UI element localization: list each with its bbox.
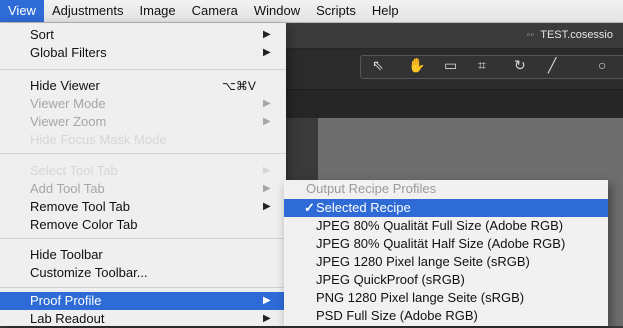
submenu-arrow-icon: ▶ <box>263 29 271 40</box>
submenu-arrow-icon: ▶ <box>263 183 271 194</box>
document-titlebar: ◦◦ TEST.cosessio <box>270 23 623 49</box>
menu-camera[interactable]: Camera <box>184 0 246 22</box>
menu-item-viewer-mode: Viewer Mode ▶ <box>0 95 286 113</box>
submenu-arrow-icon: ▶ <box>263 295 271 306</box>
menu-separator <box>0 238 286 239</box>
menu-scripts[interactable]: Scripts <box>308 0 364 22</box>
hand-pan-icon[interactable]: ✋ <box>408 57 425 74</box>
submenu-item-jpeg-1280[interactable]: JPEG 1280 Pixel lange Seite (sRGB) <box>284 253 608 271</box>
document-title-text: TEST.cosessio <box>540 29 613 41</box>
shortcut-label: ⌥⌘V <box>222 79 256 93</box>
menu-item-label: Sort <box>30 27 54 42</box>
submenu-item-label: JPEG 80% Qualität Half Size (Adobe RGB) <box>316 236 566 251</box>
view-menu-dropdown: Sort ▶ Global Filters ▶ Hide Viewer ⌥⌘V … <box>0 23 286 326</box>
submenu-item-label: JPEG 80% Qualität Full Size (Adobe RGB) <box>316 218 564 233</box>
menu-item-label: Viewer Zoom <box>30 114 107 129</box>
straighten-icon[interactable]: ╱ <box>548 57 556 74</box>
submenu-arrow-icon: ▶ <box>263 313 271 324</box>
menu-separator <box>0 153 286 154</box>
menu-help[interactable]: Help <box>364 0 407 22</box>
submenu-item-label: JPEG 1280 Pixel lange Seite (sRGB) <box>316 254 530 269</box>
menu-item-select-tool-tab: Select Tool Tab ▶ <box>0 162 286 180</box>
submenu-item-selected-recipe[interactable]: ✓ Selected Recipe <box>284 199 608 217</box>
menu-item-label: Add Tool Tab <box>30 181 105 196</box>
cursor-tools-group <box>360 55 623 79</box>
submenu-arrow-icon: ▶ <box>263 201 271 212</box>
submenu-item-label: PNG 1280 Pixel lange Seite (sRGB) <box>316 290 525 305</box>
menu-item-customize-toolbar[interactable]: Customize Toolbar... <box>0 264 286 282</box>
submenu-item-png-1280[interactable]: PNG 1280 Pixel lange Seite (sRGB) <box>284 289 608 307</box>
menu-item-label: Remove Color Tab <box>30 217 138 232</box>
cursor-select-icon[interactable]: ⇖ <box>372 57 384 74</box>
menu-item-label: Select Tool Tab <box>30 163 118 178</box>
menu-view[interactable]: View <box>0 0 44 22</box>
menu-item-label: Global Filters <box>30 45 107 60</box>
menu-item-hide-toolbar[interactable]: Hide Toolbar <box>0 246 286 264</box>
menu-item-label: Hide Focus Mask Mode <box>30 132 167 147</box>
menu-image[interactable]: Image <box>132 0 184 22</box>
menu-item-label: Lab Readout <box>30 311 105 326</box>
menu-adjustments[interactable]: Adjustments <box>44 0 132 22</box>
session-icon: ◦◦ <box>526 29 535 41</box>
menu-item-hide-focus-mask: Hide Focus Mask Mode <box>0 131 286 149</box>
submenu-item-jpeg-quickproof[interactable]: JPEG QuickProof (sRGB) <box>284 271 608 289</box>
menu-window[interactable]: Window <box>246 0 308 22</box>
submenu-arrow-icon: ▶ <box>263 165 271 176</box>
submenu-item-label: PSD Full Size (Adobe RGB) <box>316 308 478 323</box>
submenu-item-label: JPEG QuickProof (sRGB) <box>316 272 465 287</box>
menu-item-viewer-zoom: Viewer Zoom ▶ <box>0 113 286 131</box>
document-title: ◦◦ TEST.cosessio <box>526 29 613 41</box>
submenu-item-label: Selected Recipe <box>316 200 411 215</box>
submenu-header-label: Output Recipe Profiles <box>306 181 437 196</box>
menu-item-sort[interactable]: Sort ▶ <box>0 26 286 44</box>
crop-icon[interactable]: ⌗ <box>478 57 486 74</box>
menu-item-label: Proof Profile <box>30 293 102 308</box>
submenu-arrow-icon: ▶ <box>263 47 271 58</box>
proof-profile-submenu: Output Recipe Profiles ✓ Selected Recipe… <box>284 180 608 326</box>
submenu-item-psd-full-size[interactable]: PSD Full Size (Adobe RGB) <box>284 307 608 325</box>
crop-overlay-icon[interactable]: ▭ <box>444 57 457 74</box>
menu-item-add-tool-tab[interactable]: Add Tool Tab ▶ <box>0 180 286 198</box>
menu-item-remove-color-tab[interactable]: Remove Color Tab <box>0 216 286 234</box>
menu-item-remove-tool-tab[interactable]: Remove Tool Tab ▶ <box>0 198 286 216</box>
menu-item-global-filters[interactable]: Global Filters ▶ <box>0 44 286 62</box>
submenu-item-jpeg-half-size[interactable]: JPEG 80% Qualität Half Size (Adobe RGB) <box>284 235 608 253</box>
menu-item-label: Customize Toolbar... <box>30 265 148 280</box>
menu-item-proof-profile[interactable]: Proof Profile ▶ <box>0 292 286 310</box>
menu-item-hide-viewer[interactable]: Hide Viewer ⌥⌘V <box>0 77 286 95</box>
circle-icon[interactable]: ○ <box>598 57 606 73</box>
menu-item-label: Viewer Mode <box>30 96 106 111</box>
viewer-header <box>270 90 623 118</box>
submenu-arrow-icon: ▶ <box>263 116 271 127</box>
menu-item-lab-readout[interactable]: Lab Readout ▶ <box>0 310 286 328</box>
menu-separator <box>0 287 286 288</box>
submenu-header: Output Recipe Profiles <box>284 180 608 198</box>
menu-separator <box>0 69 286 70</box>
menu-bar: View Adjustments Image Camera Window Scr… <box>0 0 623 23</box>
submenu-arrow-icon: ▶ <box>263 98 271 109</box>
menu-item-label: Hide Toolbar <box>30 247 103 262</box>
rotate-icon[interactable]: ↻ <box>514 57 526 74</box>
menu-item-label: Hide Viewer <box>30 78 100 93</box>
checkmark-icon: ✓ <box>304 200 315 215</box>
menu-item-label: Remove Tool Tab <box>30 199 130 214</box>
submenu-item-jpeg-full-size[interactable]: JPEG 80% Qualität Full Size (Adobe RGB) <box>284 217 608 235</box>
